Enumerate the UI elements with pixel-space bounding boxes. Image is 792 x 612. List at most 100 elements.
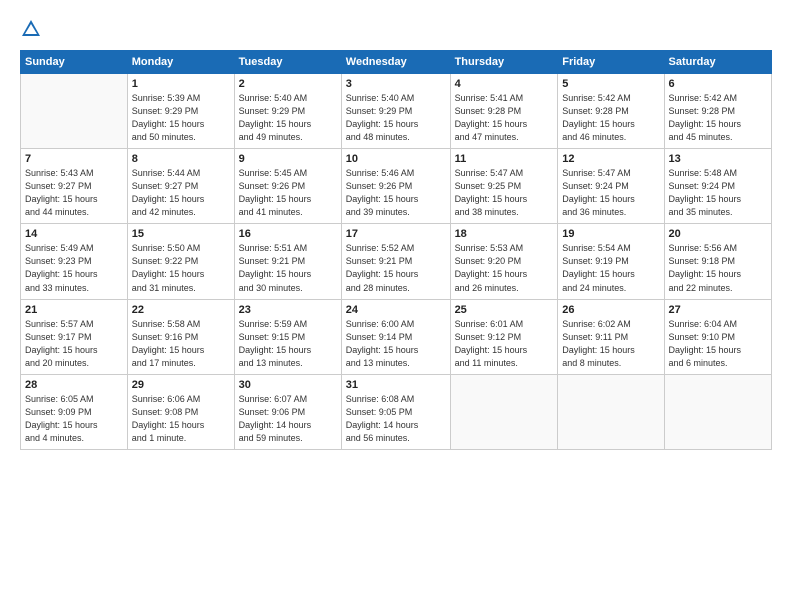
calendar-cell bbox=[664, 374, 771, 449]
day-number: 6 bbox=[669, 78, 767, 90]
day-of-week-header: Saturday bbox=[664, 51, 771, 74]
calendar-cell: 29 Sunrise: 6:06 AM Sunset: 9:08 PM Dayli… bbox=[127, 374, 234, 449]
calendar-cell: 19 Sunrise: 5:54 AM Sunset: 9:19 PM Dayli… bbox=[558, 224, 664, 299]
logo bbox=[20, 18, 46, 40]
day-number: 29 bbox=[132, 379, 230, 391]
day-number: 22 bbox=[132, 304, 230, 316]
calendar-cell: 4 Sunrise: 5:41 AM Sunset: 9:28 PM Daylig… bbox=[450, 74, 558, 149]
day-info: Sunrise: 5:39 AM Sunset: 9:29 PM Dayligh… bbox=[132, 92, 230, 144]
day-number: 21 bbox=[25, 304, 123, 316]
day-info: Sunrise: 5:47 AM Sunset: 9:24 PM Dayligh… bbox=[562, 167, 659, 219]
calendar-cell: 9 Sunrise: 5:45 AM Sunset: 9:26 PM Daylig… bbox=[234, 149, 341, 224]
day-number: 26 bbox=[562, 304, 659, 316]
day-of-week-header: Sunday bbox=[21, 51, 128, 74]
day-info: Sunrise: 6:05 AM Sunset: 9:09 PM Dayligh… bbox=[25, 393, 123, 445]
calendar-table: SundayMondayTuesdayWednesdayThursdayFrid… bbox=[20, 50, 772, 450]
calendar-body: 1 Sunrise: 5:39 AM Sunset: 9:29 PM Daylig… bbox=[21, 74, 772, 450]
day-info: Sunrise: 5:45 AM Sunset: 9:26 PM Dayligh… bbox=[239, 167, 337, 219]
calendar-cell: 22 Sunrise: 5:58 AM Sunset: 9:16 PM Dayli… bbox=[127, 299, 234, 374]
day-info: Sunrise: 6:07 AM Sunset: 9:06 PM Dayligh… bbox=[239, 393, 337, 445]
calendar-cell: 12 Sunrise: 5:47 AM Sunset: 9:24 PM Dayli… bbox=[558, 149, 664, 224]
day-number: 14 bbox=[25, 228, 123, 240]
day-info: Sunrise: 6:06 AM Sunset: 9:08 PM Dayligh… bbox=[132, 393, 230, 445]
calendar-cell: 11 Sunrise: 5:47 AM Sunset: 9:25 PM Dayli… bbox=[450, 149, 558, 224]
calendar-cell: 1 Sunrise: 5:39 AM Sunset: 9:29 PM Daylig… bbox=[127, 74, 234, 149]
calendar-cell: 3 Sunrise: 5:40 AM Sunset: 9:29 PM Daylig… bbox=[341, 74, 450, 149]
day-number: 2 bbox=[239, 78, 337, 90]
day-info: Sunrise: 5:54 AM Sunset: 9:19 PM Dayligh… bbox=[562, 242, 659, 294]
day-number: 13 bbox=[669, 153, 767, 165]
calendar-cell: 27 Sunrise: 6:04 AM Sunset: 9:10 PM Dayli… bbox=[664, 299, 771, 374]
day-number: 24 bbox=[346, 304, 446, 316]
day-number: 15 bbox=[132, 228, 230, 240]
calendar-cell: 31 Sunrise: 6:08 AM Sunset: 9:05 PM Dayli… bbox=[341, 374, 450, 449]
calendar-week-row: 21Sunrise: 5:57 AM Sunset: 9:17 PM Dayli… bbox=[21, 299, 772, 374]
calendar-cell: 8 Sunrise: 5:44 AM Sunset: 9:27 PM Daylig… bbox=[127, 149, 234, 224]
calendar-week-row: 14 Sunrise: 5:49 AM Sunset: 9:23 PM Dayli… bbox=[21, 224, 772, 299]
day-info: Sunrise: 5:50 AM Sunset: 9:22 PM Dayligh… bbox=[132, 242, 230, 294]
calendar-cell: 16 Sunrise: 5:51 AM Sunset: 9:21 PM Dayli… bbox=[234, 224, 341, 299]
day-info: Sunrise: 5:43 AM Sunset: 9:27 PM Dayligh… bbox=[25, 167, 123, 219]
day-of-week-header: Monday bbox=[127, 51, 234, 74]
day-number: 9 bbox=[239, 153, 337, 165]
day-info: Sunrise: 5:41 AM Sunset: 9:28 PM Dayligh… bbox=[455, 92, 554, 144]
calendar-cell: 14 Sunrise: 5:49 AM Sunset: 9:23 PM Dayli… bbox=[21, 224, 128, 299]
day-info: Sunrise: 5:42 AM Sunset: 9:28 PM Dayligh… bbox=[669, 92, 767, 144]
day-number: 1 bbox=[132, 78, 230, 90]
days-of-week-row: SundayMondayTuesdayWednesdayThursdayFrid… bbox=[21, 51, 772, 74]
day-info: Sunrise: 5:46 AM Sunset: 9:26 PM Dayligh… bbox=[346, 167, 446, 219]
day-number: 5 bbox=[562, 78, 659, 90]
day-number: 18 bbox=[455, 228, 554, 240]
logo-icon bbox=[20, 18, 42, 40]
day-info: Sunrise: 5:40 AM Sunset: 9:29 PM Dayligh… bbox=[346, 92, 446, 144]
day-of-week-header: Tuesday bbox=[234, 51, 341, 74]
day-number: 17 bbox=[346, 228, 446, 240]
day-number: 7 bbox=[25, 153, 123, 165]
calendar-cell: 17Sunrise: 5:52 AM Sunset: 9:21 PM Dayli… bbox=[341, 224, 450, 299]
day-number: 3 bbox=[346, 78, 446, 90]
day-info: Sunrise: 6:04 AM Sunset: 9:10 PM Dayligh… bbox=[669, 318, 767, 370]
day-info: Sunrise: 5:51 AM Sunset: 9:21 PM Dayligh… bbox=[239, 242, 337, 294]
day-number: 28 bbox=[25, 379, 123, 391]
calendar-cell: 20Sunrise: 5:56 AM Sunset: 9:18 PM Dayli… bbox=[664, 224, 771, 299]
calendar-cell bbox=[450, 374, 558, 449]
day-number: 4 bbox=[455, 78, 554, 90]
calendar-cell: 13 Sunrise: 5:48 AM Sunset: 9:24 PM Dayli… bbox=[664, 149, 771, 224]
calendar-cell: 24 Sunrise: 6:00 AM Sunset: 9:14 PM Dayli… bbox=[341, 299, 450, 374]
calendar-cell: 15 Sunrise: 5:50 AM Sunset: 9:22 PM Dayli… bbox=[127, 224, 234, 299]
calendar-cell: 21Sunrise: 5:57 AM Sunset: 9:17 PM Dayli… bbox=[21, 299, 128, 374]
day-info: Sunrise: 6:02 AM Sunset: 9:11 PM Dayligh… bbox=[562, 318, 659, 370]
calendar-cell: 25Sunrise: 6:01 AM Sunset: 9:12 PM Dayli… bbox=[450, 299, 558, 374]
day-info: Sunrise: 5:48 AM Sunset: 9:24 PM Dayligh… bbox=[669, 167, 767, 219]
day-info: Sunrise: 6:08 AM Sunset: 9:05 PM Dayligh… bbox=[346, 393, 446, 445]
day-of-week-header: Wednesday bbox=[341, 51, 450, 74]
day-number: 31 bbox=[346, 379, 446, 391]
day-number: 25 bbox=[455, 304, 554, 316]
day-number: 19 bbox=[562, 228, 659, 240]
page: SundayMondayTuesdayWednesdayThursdayFrid… bbox=[0, 0, 792, 612]
day-number: 8 bbox=[132, 153, 230, 165]
day-info: Sunrise: 5:58 AM Sunset: 9:16 PM Dayligh… bbox=[132, 318, 230, 370]
day-info: Sunrise: 5:56 AM Sunset: 9:18 PM Dayligh… bbox=[669, 242, 767, 294]
header bbox=[20, 18, 772, 40]
day-info: Sunrise: 5:47 AM Sunset: 9:25 PM Dayligh… bbox=[455, 167, 554, 219]
day-number: 27 bbox=[669, 304, 767, 316]
day-info: Sunrise: 5:49 AM Sunset: 9:23 PM Dayligh… bbox=[25, 242, 123, 294]
calendar-week-row: 1 Sunrise: 5:39 AM Sunset: 9:29 PM Daylig… bbox=[21, 74, 772, 149]
day-info: Sunrise: 6:00 AM Sunset: 9:14 PM Dayligh… bbox=[346, 318, 446, 370]
calendar-cell bbox=[21, 74, 128, 149]
calendar-week-row: 7 Sunrise: 5:43 AM Sunset: 9:27 PM Daylig… bbox=[21, 149, 772, 224]
day-number: 16 bbox=[239, 228, 337, 240]
calendar-cell: 7 Sunrise: 5:43 AM Sunset: 9:27 PM Daylig… bbox=[21, 149, 128, 224]
calendar-week-row: 28 Sunrise: 6:05 AM Sunset: 9:09 PM Dayli… bbox=[21, 374, 772, 449]
day-number: 12 bbox=[562, 153, 659, 165]
day-info: Sunrise: 5:53 AM Sunset: 9:20 PM Dayligh… bbox=[455, 242, 554, 294]
day-info: Sunrise: 5:42 AM Sunset: 9:28 PM Dayligh… bbox=[562, 92, 659, 144]
calendar-header: SundayMondayTuesdayWednesdayThursdayFrid… bbox=[21, 51, 772, 74]
calendar-cell: 2Sunrise: 5:40 AM Sunset: 9:29 PM Daylig… bbox=[234, 74, 341, 149]
calendar-cell: 10Sunrise: 5:46 AM Sunset: 9:26 PM Dayli… bbox=[341, 149, 450, 224]
day-info: Sunrise: 5:44 AM Sunset: 9:27 PM Dayligh… bbox=[132, 167, 230, 219]
calendar-cell: 23Sunrise: 5:59 AM Sunset: 9:15 PM Dayli… bbox=[234, 299, 341, 374]
calendar-cell: 5 Sunrise: 5:42 AM Sunset: 9:28 PM Daylig… bbox=[558, 74, 664, 149]
day-number: 11 bbox=[455, 153, 554, 165]
